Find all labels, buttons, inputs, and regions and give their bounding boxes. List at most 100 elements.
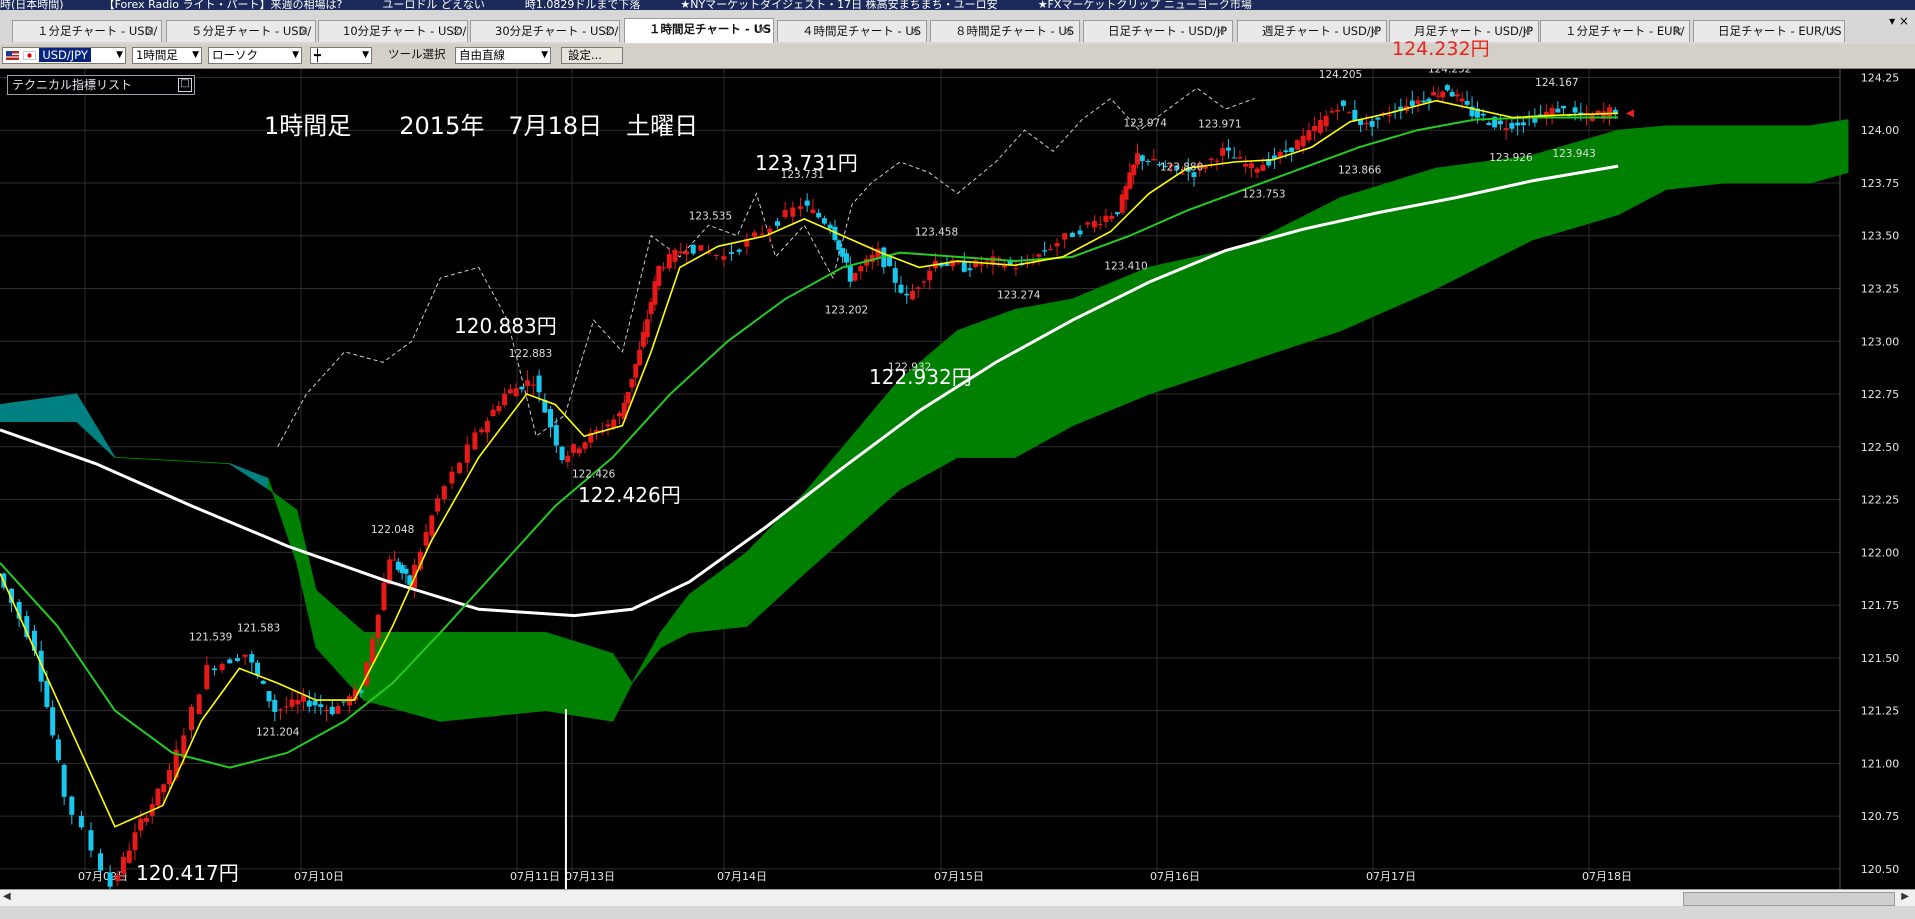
extreme-price-label: 121.539: [189, 632, 232, 644]
close-icon[interactable]: ×: [299, 21, 309, 42]
candle-body: [381, 582, 387, 611]
ticker-item[interactable]: 時1.0829ドルまで下落: [525, 0, 641, 10]
x-tick-label: 07月15日: [934, 870, 984, 883]
chart-tab[interactable]: １分足チャート - EUR/×: [1540, 20, 1690, 42]
close-icon[interactable]: ×: [757, 19, 767, 40]
candle-body: [1131, 164, 1137, 176]
settings-button[interactable]: 設定...: [561, 47, 623, 64]
chart-canvas[interactable]: 124.25 124.00 123.75 123.50 123.25 123.00 122.…: [0, 69, 1915, 889]
chart-tab[interactable]: ４時間足チャート - US ×: [777, 20, 927, 42]
candle-body: [423, 532, 429, 546]
candle-body: [605, 424, 611, 427]
candle-body: [690, 244, 696, 254]
candle-body: [341, 701, 347, 703]
candle-body: [973, 260, 979, 267]
candle-body: [1085, 222, 1091, 225]
candle-body: [915, 287, 921, 289]
candle-type-select[interactable]: ┿ ▼: [310, 47, 372, 64]
candle-body: [69, 796, 75, 815]
close-icon[interactable]: ×: [145, 21, 155, 42]
chart-tab[interactable]: １時間足チャート - US ×: [624, 18, 774, 43]
close-icon[interactable]: ×: [1673, 21, 1683, 42]
candle-body: [852, 273, 858, 281]
candle-body: [138, 818, 144, 831]
news-ticker[interactable]: 時(日本時間) 【Forex Radio ライト・パート】来週の相場は? ユーロドル…: [0, 0, 1915, 10]
candlestick-chart[interactable]: 124.25 124.00 123.75 123.50 123.25 123.00 122.…: [0, 69, 1915, 919]
close-icon[interactable]: ×: [910, 21, 920, 42]
drawing-tool-select[interactable]: 自由直線 ▼: [455, 47, 551, 64]
chart-style-value: ローソク: [212, 48, 258, 62]
chart-tab[interactable]: １分足チャート - USD/×: [12, 20, 162, 42]
candle-body: [219, 664, 225, 671]
candle-body: [1509, 122, 1515, 129]
candle-body: [324, 709, 330, 712]
candle-body: [1047, 248, 1053, 250]
candle-body: [155, 788, 161, 806]
chart-tab[interactable]: ８時間足チャート - US ×: [930, 20, 1080, 42]
ticker-item[interactable]: 時(日本時間): [0, 0, 64, 10]
ticker-item[interactable]: ユーロドル どえない: [382, 0, 485, 10]
chart-tab[interactable]: 日足チャート - EUR/US ×: [1693, 20, 1845, 42]
ticker-item[interactable]: ★FXマーケットクリップ ニューヨーク市場: [1038, 0, 1252, 10]
candle-body: [1091, 220, 1097, 228]
chart-style-select[interactable]: ローソク ▼: [208, 47, 302, 64]
candle-body: [1202, 166, 1208, 169]
candle-body: [629, 379, 635, 388]
candle-body: [553, 425, 559, 446]
candle-body: [1069, 232, 1075, 238]
chart-tab[interactable]: 30分足チャート - USD/×: [470, 20, 620, 42]
close-icon[interactable]: ×: [603, 21, 613, 42]
timeframe-select[interactable]: 1時間足 ▼: [132, 47, 202, 64]
scroll-left-icon[interactable]: ◀: [3, 891, 11, 902]
technical-indicator-list[interactable]: テクニカル指標リスト □: [7, 75, 195, 95]
candle-body: [672, 249, 678, 262]
chart-tab[interactable]: 日足チャート - USD/JP ×: [1083, 20, 1233, 42]
horizontal-scrollbar[interactable]: ◀ ▶: [0, 889, 1915, 907]
tab-controls[interactable]: ▾ ×: [1889, 14, 1909, 28]
tab-label: 日足チャート - EUR/US: [1718, 24, 1842, 38]
scrollbar-thumb[interactable]: [1683, 892, 1895, 906]
candle-body: [1464, 101, 1470, 105]
close-icon[interactable]: ×: [1370, 21, 1380, 42]
extreme-price-label: 123.535: [689, 210, 732, 222]
close-icon[interactable]: ×: [1828, 21, 1838, 42]
y-tick-label: 123.50: [1861, 230, 1900, 243]
y-tick-label: 121.75: [1861, 599, 1900, 612]
minimize-icon[interactable]: □: [178, 78, 192, 92]
candle-body: [904, 293, 910, 296]
candle-body: [121, 856, 127, 874]
candle-body: [1289, 147, 1295, 153]
chart-toolbar: USD/JPY ▼ 1時間足 ▼ ローソク ▼ ┿ ▼ ツール選択 自由直線 ▼…: [0, 44, 1915, 69]
candle-body: [1340, 100, 1346, 106]
y-tick-label: 122.50: [1861, 441, 1900, 454]
close-icon[interactable]: ×: [1216, 21, 1226, 42]
currency-pair-select[interactable]: USD/JPY ▼: [2, 47, 126, 64]
y-tick-label: 123.75: [1861, 177, 1900, 190]
scroll-right-icon[interactable]: ▶: [1901, 891, 1909, 902]
ticker-item[interactable]: 【Forex Radio ライト・パート】来週の相場は?: [104, 0, 343, 10]
close-icon[interactable]: ×: [1522, 21, 1532, 42]
candle-body: [196, 694, 202, 715]
candle-body: [898, 284, 904, 293]
candle-body: [283, 706, 289, 708]
x-tick-label: 07月10日: [294, 870, 344, 883]
chart-tab[interactable]: 週足チャート - USD/JP ×: [1237, 20, 1387, 42]
close-icon[interactable]: ×: [451, 21, 461, 42]
candle-body: [132, 832, 138, 851]
tab-label: ５分足チャート - USD/: [191, 24, 312, 38]
candle-body: [375, 614, 381, 639]
chart-tab[interactable]: 10分足チャート - USD/×: [318, 20, 468, 42]
candle-body: [441, 486, 447, 499]
tab-label: 30分足チャート - USD/: [495, 24, 619, 38]
tab-label: 10分足チャート - USD/: [343, 24, 467, 38]
candle-body: [816, 212, 822, 218]
status-bar: [0, 906, 1915, 919]
candle-body: [1480, 113, 1486, 116]
y-tick-label: 124.00: [1861, 124, 1900, 137]
candle-body: [559, 446, 565, 461]
chart-tab[interactable]: ５分足チャート - USD/×: [166, 20, 316, 42]
close-icon[interactable]: ×: [1063, 21, 1073, 42]
candle-body: [189, 706, 194, 731]
ticker-item[interactable]: ★NYマーケットダイジェスト・17日 株高安まちまち・ユーロ安: [680, 0, 997, 10]
candle-body: [78, 815, 84, 828]
